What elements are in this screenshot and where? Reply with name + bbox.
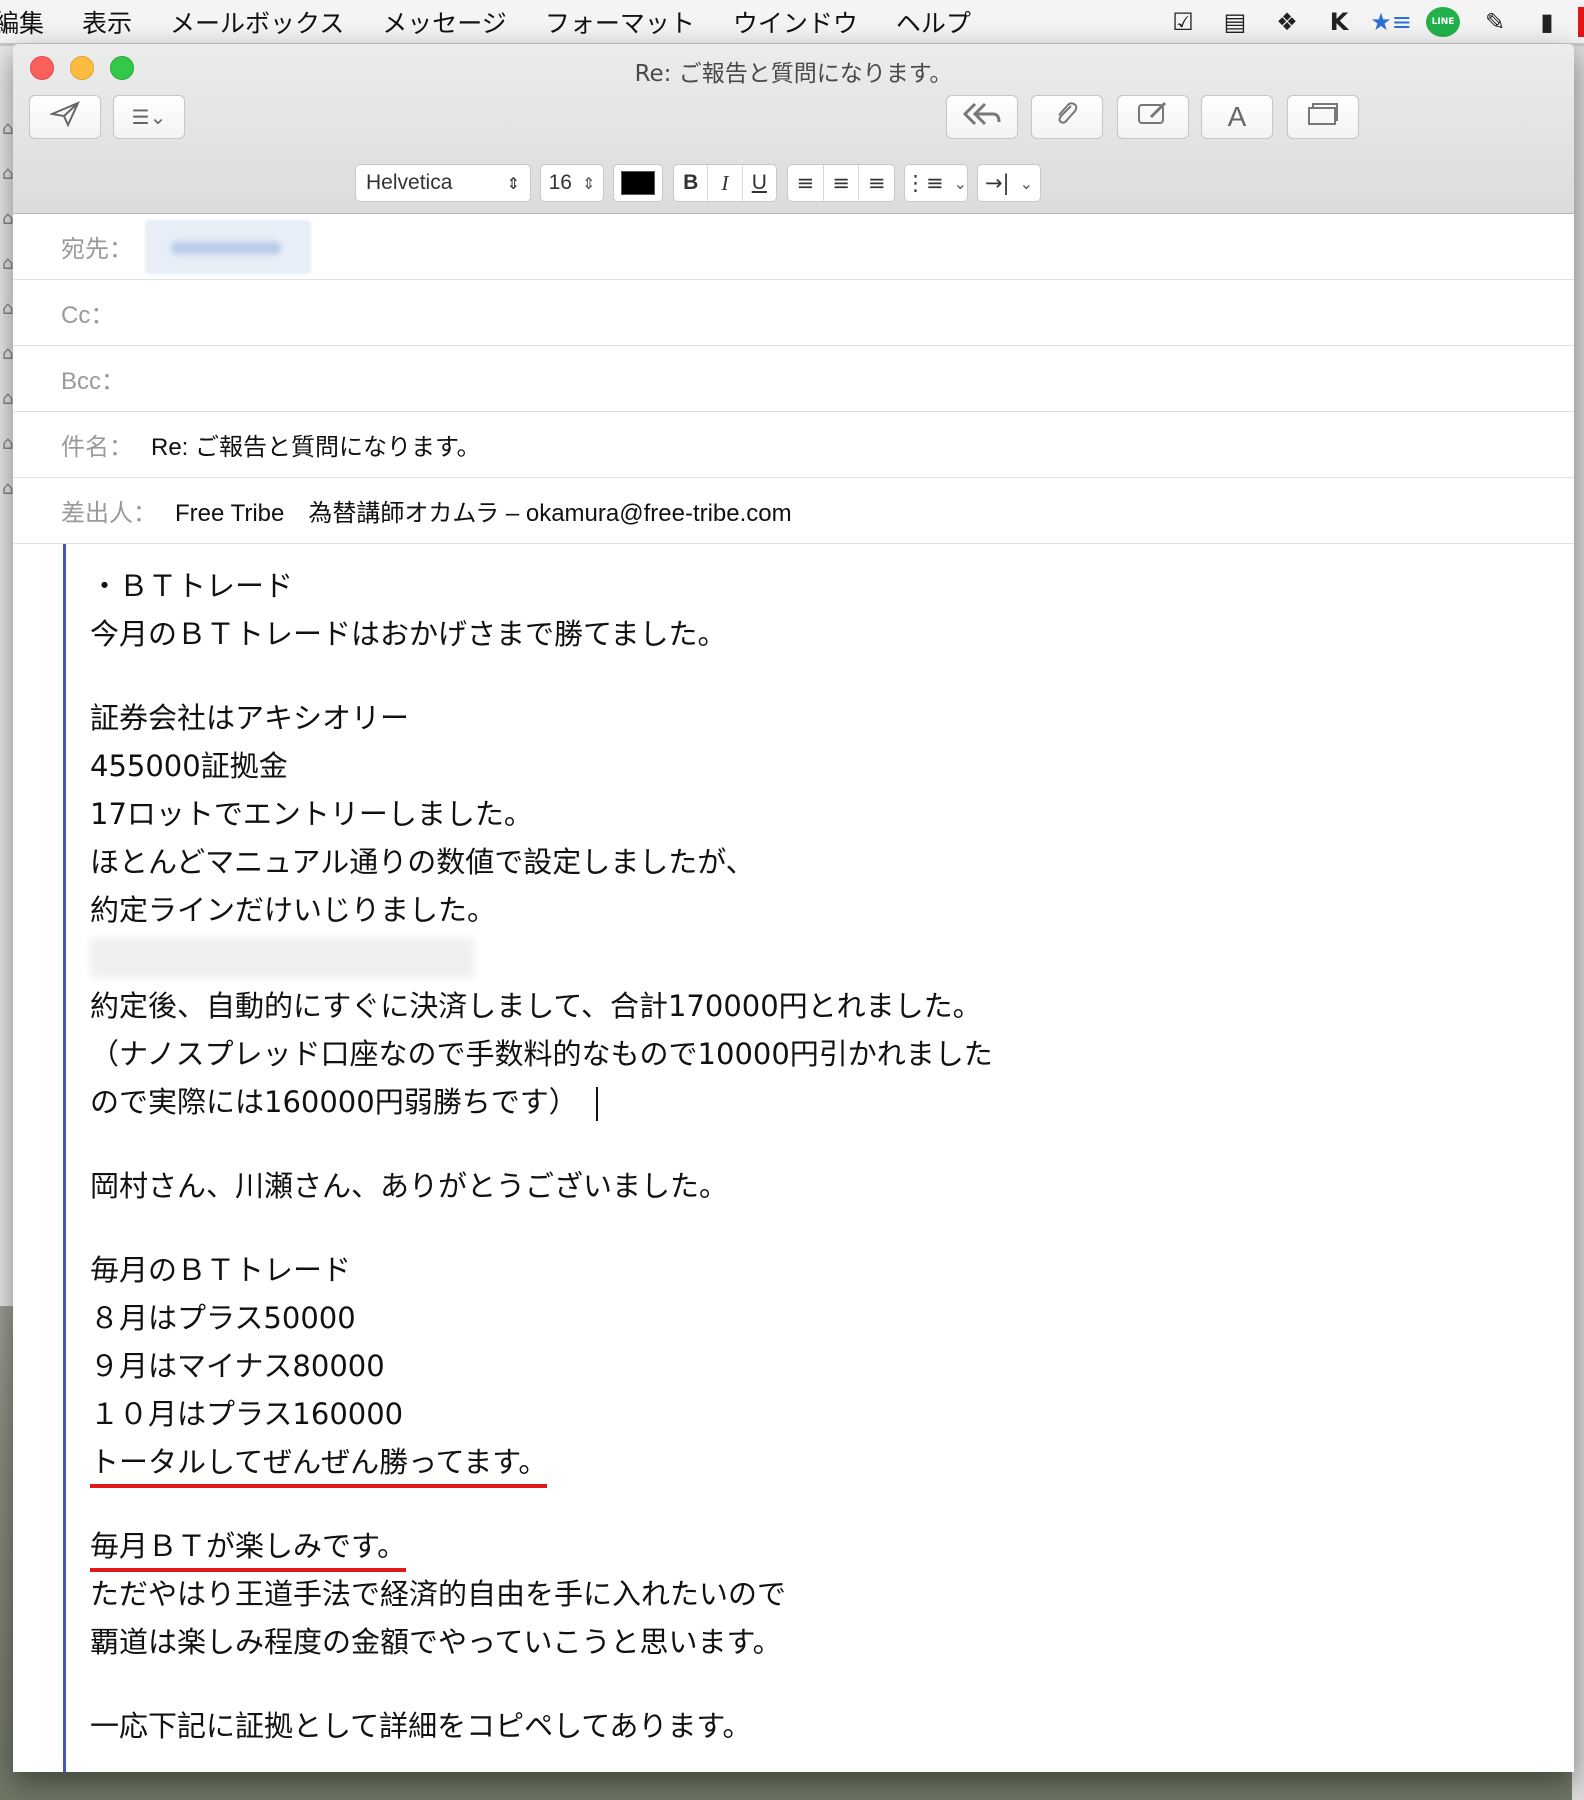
format-bar: Helvetica ⇕ 16 ⇕ B I U ≡ ≡ ≡ ⋮≡ ⌄ →| ⌄ — [13, 164, 1574, 204]
align-right-icon[interactable]: ≡ — [859, 165, 894, 201]
body-line: 証券会社はアキシオリー — [90, 701, 410, 735]
recipient-token[interactable] — [145, 219, 311, 274]
body-line: 毎月のＢＴトレード — [90, 1253, 352, 1287]
body-line: （ナノスプレッド口座なので手数料的なもので10000円引かれました — [90, 1037, 993, 1071]
dropbox-icon[interactable]: ❖ — [1270, 7, 1304, 37]
body-line: 約定ラインだけいじりました。 — [90, 893, 497, 927]
text-style-group: B I U — [673, 164, 777, 202]
send-button[interactable] — [29, 95, 101, 139]
text-color-swatch — [621, 171, 655, 195]
text-caret — [595, 1087, 598, 1121]
bold-button[interactable]: B — [674, 165, 709, 201]
menu-mailbox[interactable]: メールボックス — [151, 4, 363, 40]
photo-browser-button[interactable] — [1287, 95, 1359, 139]
body-line: ９月はマイナス80000 — [90, 1349, 385, 1383]
text-color-well[interactable] — [613, 164, 663, 202]
background-window-sidebar: ⌂ ⌂ ⌂ ⌂ ⌂ ⌂ ⌂ ⌂ ⌂ — [2, 118, 14, 499]
message-body[interactable]: ・ＢＴトレード 今月のＢＴトレードはおかげさまで勝てました。 証券会社はアキシオ… — [63, 544, 1163, 1772]
highlighted-text: 毎月ＢＴが楽しみです。 — [90, 1526, 407, 1572]
window-title: Re: ご報告と質問になります。 — [634, 61, 953, 87]
chevron-down-icon: ⌄ — [953, 173, 968, 193]
status-red-indicator — [1578, 7, 1584, 37]
highlighted-text: トータルしてぜんぜん勝ってます。 — [90, 1442, 548, 1488]
font-size-value: 16 — [548, 171, 572, 194]
list-icon: ☰⌄ — [131, 105, 167, 129]
subject-field[interactable]: 件名： Re: ご報告と質問になります。 — [13, 412, 1574, 478]
paper-plane-icon — [48, 101, 80, 133]
indent-icon: →| — [984, 171, 1010, 195]
menu-view[interactable]: 表示 — [63, 4, 151, 40]
menu-bar: 編集 表示 メールボックス メッセージ フォーマット ウインドウ ヘルプ ☑ ▤… — [0, 0, 1584, 44]
body-line: 一応下記に証拠として詳細をコピペしてあります。 — [90, 1709, 752, 1743]
body-line: ただやはり王道手法で経済的自由を手に入れたいので — [90, 1577, 787, 1611]
markup-button[interactable] — [1117, 95, 1189, 139]
paperclip-icon — [1053, 100, 1081, 134]
subject-value[interactable]: Re: ご報告と質問になります。 — [151, 427, 481, 462]
font-family-value: Helvetica — [366, 171, 453, 194]
bcc-field[interactable]: Bcc： — [13, 346, 1574, 412]
body-line: 覇道は楽しみ程度の金額でやっていこうと思います。 — [90, 1625, 782, 1659]
font-family-select[interactable]: Helvetica ⇕ — [355, 164, 531, 202]
k-app-icon[interactable]: K — [1322, 7, 1356, 37]
redacted-line — [90, 934, 1163, 982]
body-line: 約定後、自動的にすぐに決済しまして、合計170000円とれました。 — [90, 989, 982, 1023]
header-fields: 宛先： Cc： Bcc： 件名： Re: ご報告と質問になります。 差出人： F… — [13, 214, 1574, 544]
header-fields-button[interactable]: ☰⌄ — [113, 95, 185, 139]
cc-field[interactable]: Cc： — [13, 280, 1574, 346]
pen-icon[interactable]: ✎ — [1478, 7, 1512, 37]
body-line-with-caret: ので実際には160000円弱勝ちです） — [90, 1078, 1163, 1126]
alignment-group: ≡ ≡ ≡ — [787, 164, 895, 202]
body-line: 今月のＢＴトレードはおかげさまで勝てました。 — [90, 617, 727, 651]
window-toolbar: Re: ご報告と質問になります。 ☰⌄ A Helvetica ⇕ 16 ⇕ B… — [13, 44, 1574, 214]
fonts-button[interactable]: A — [1201, 95, 1273, 139]
body-line: 455000証拠金 — [90, 749, 288, 783]
updown-chevron-icon: ⇕ — [506, 173, 520, 193]
body-line: ８月はプラス50000 — [90, 1301, 356, 1335]
film-icon[interactable]: ▤ — [1218, 7, 1252, 37]
menu-window[interactable]: ウインドウ — [714, 4, 877, 40]
chevron-down-icon: ⌄ — [1019, 173, 1034, 193]
menu-format[interactable]: フォーマット — [526, 4, 714, 40]
reply-all-button[interactable] — [946, 95, 1018, 139]
body-line: 岡村さん、川瀬さん、ありがとうございました。 — [90, 1169, 729, 1203]
italic-button[interactable]: I — [708, 165, 743, 201]
updown-chevron-icon: ⇕ — [581, 173, 596, 193]
cc-label: Cc： — [61, 302, 115, 329]
font-label: A — [1227, 101, 1247, 132]
underline-button[interactable]: U — [743, 165, 776, 201]
body-text: ので実際には160000円弱勝ちです） — [90, 1085, 578, 1119]
indent-menu[interactable]: →| ⌄ — [977, 164, 1041, 202]
from-field[interactable]: 差出人： Free Tribe 為替講師オカムラ – okamura@free-… — [13, 478, 1574, 544]
list-style-menu[interactable]: ⋮≡ ⌄ — [904, 164, 968, 202]
bullet-list-icon: ⋮≡ — [905, 171, 944, 195]
line-icon[interactable]: LINE — [1426, 7, 1460, 37]
subject-label: 件名： — [61, 434, 133, 461]
bcc-label: Bcc： — [61, 368, 126, 395]
menu-help[interactable]: ヘルプ — [877, 4, 990, 40]
checklist-icon[interactable]: ☑ — [1166, 7, 1200, 37]
reply-all-icon — [962, 102, 1001, 132]
to-field[interactable]: 宛先： — [13, 214, 1574, 280]
font-size-select[interactable]: 16 ⇕ — [540, 164, 604, 202]
clipboard-icon[interactable]: ▮ — [1530, 7, 1564, 37]
compose-window: Re: ご報告と質問になります。 ☰⌄ A Helvetica ⇕ 16 ⇕ B… — [13, 44, 1574, 1772]
body-line: ほとんどマニュアル通りの数値で設定しましたが、 — [90, 845, 755, 879]
body-line: １０月はプラス160000 — [90, 1397, 404, 1431]
markup-icon — [1137, 101, 1169, 133]
align-center-icon[interactable]: ≡ — [824, 165, 860, 201]
status-tray: ☑ ▤ ❖ K ★≡ LINE ✎ ▮ — [1148, 0, 1584, 44]
body-line-highlighted: トータルしてぜんぜん勝ってます。 — [90, 1438, 1163, 1488]
from-value[interactable]: Free Tribe 為替講師オカムラ – okamura@free-tribe… — [175, 493, 792, 528]
align-left-icon[interactable]: ≡ — [788, 165, 824, 201]
body-line: ・ＢＴトレード — [90, 569, 294, 603]
menu-edit[interactable]: 編集 — [0, 4, 63, 40]
menu-message[interactable]: メッセージ — [363, 4, 526, 40]
from-label: 差出人： — [61, 500, 157, 527]
body-line-highlighted: 毎月ＢＴが楽しみです。 — [90, 1522, 1163, 1572]
attach-button[interactable] — [1031, 95, 1103, 139]
body-line: 17ロットでエントリーしました。 — [90, 797, 533, 831]
to-label: 宛先： — [61, 236, 133, 263]
photo-browser-icon — [1307, 102, 1339, 132]
star-app-icon[interactable]: ★≡ — [1370, 7, 1412, 37]
